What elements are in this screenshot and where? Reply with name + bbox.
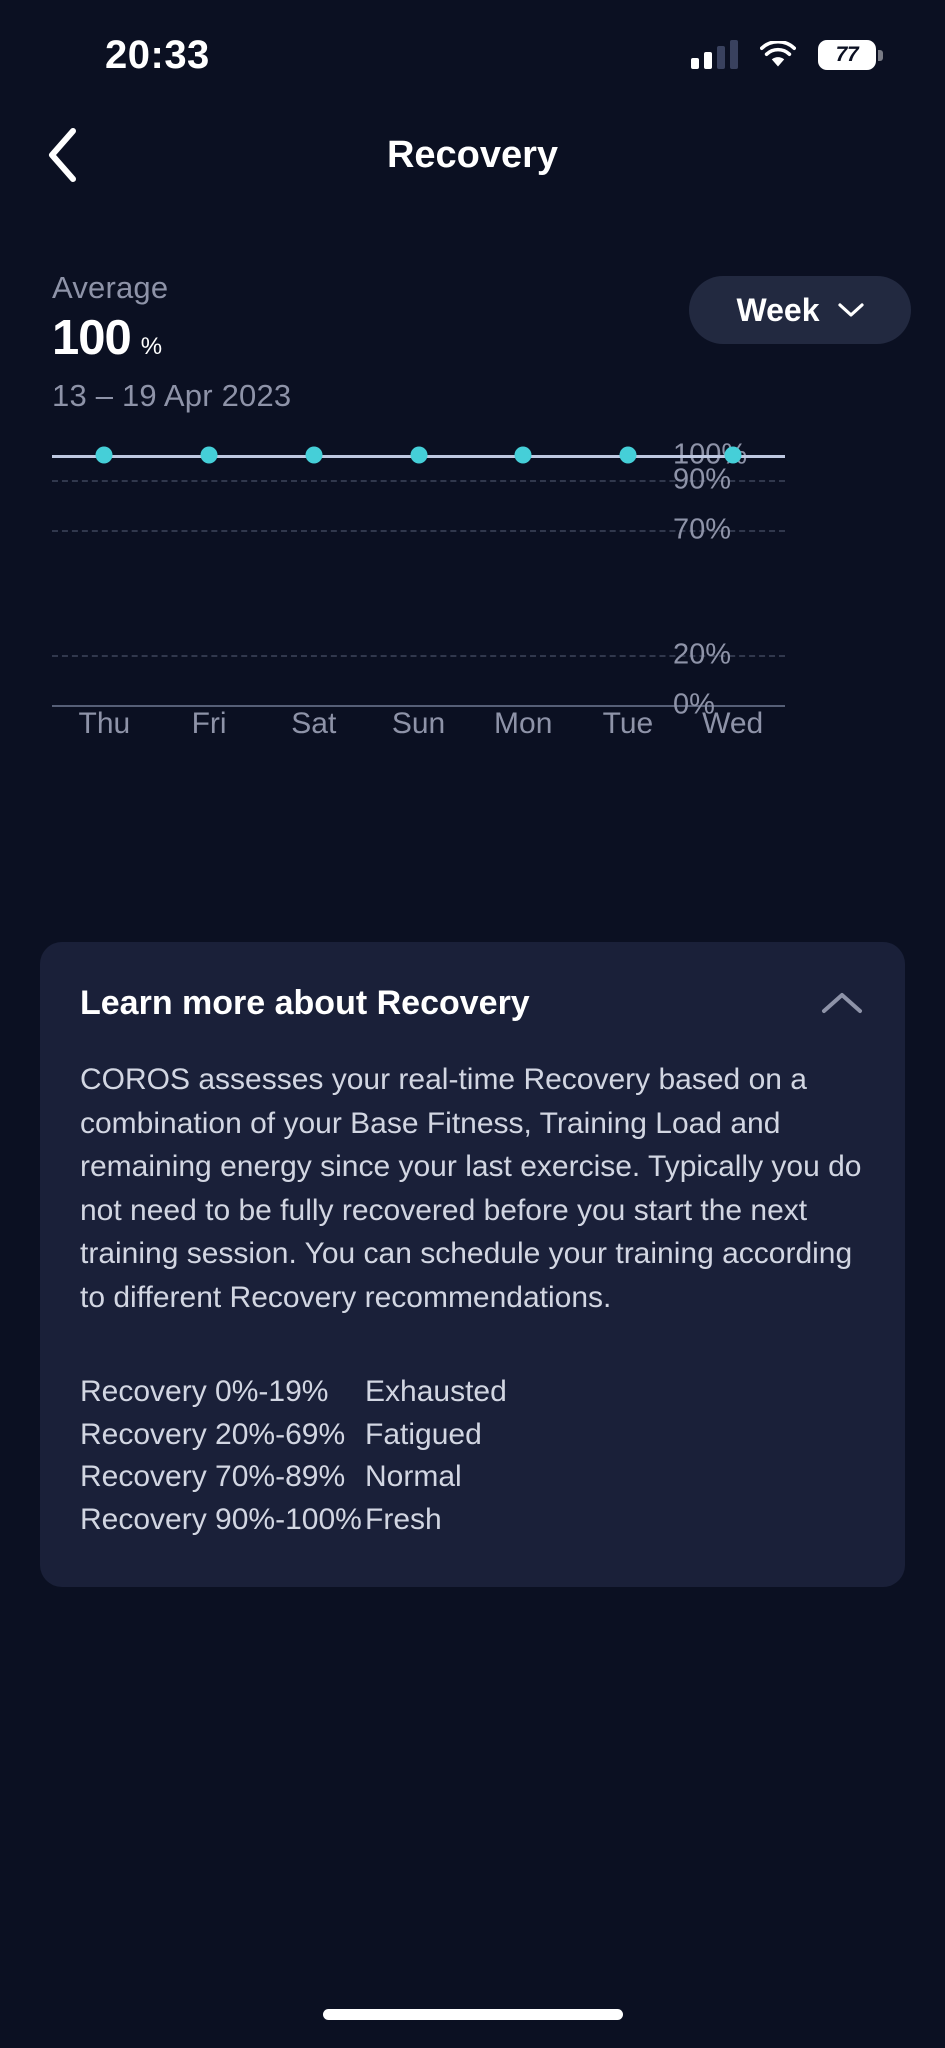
app-screen: 20:33 77 Recovery Average 100 % 13 – 19 … <box>0 0 945 2048</box>
recovery-range-value: Recovery 0%-19% <box>80 1375 329 1408</box>
recovery-range-label: Exhausted <box>365 1375 507 1408</box>
recovery-range-value: Recovery 90%-100% <box>80 1502 362 1536</box>
chart-y-tick-label: 90% <box>673 463 732 496</box>
chart-x-tick-label: Fri <box>191 707 227 740</box>
chevron-up-icon <box>822 993 862 1013</box>
average-value: 100 <box>52 311 132 365</box>
recovery-chart: 100% 90% 70% 20% 0% Thu Fri Sat Sun Mon Tue Wed <box>52 439 911 740</box>
battery-nub <box>878 49 883 61</box>
status-time: 20:33 <box>105 32 210 77</box>
chevron-down-icon <box>837 303 864 317</box>
date-range: 13 – 19 Apr 2023 <box>52 378 292 413</box>
learn-more-card: Learn more about Recovery COROS assesses… <box>40 942 905 1588</box>
chart-x-tick-label: Sun <box>391 707 446 740</box>
period-selector-button[interactable]: Week <box>689 276 911 344</box>
recovery-range-value: Recovery 70%-89% <box>80 1460 346 1494</box>
chart-data-point[interactable] <box>619 446 637 464</box>
chart-data-point[interactable] <box>200 446 218 464</box>
learn-more-body: COROS assesses your real-time Recovery b… <box>80 1063 862 1314</box>
chart-data-point[interactable] <box>514 446 532 464</box>
wifi-icon <box>760 41 796 69</box>
chart-x-axis: Thu Fri Sat Sun Mon Tue Wed <box>52 707 785 741</box>
recovery-range-row: Recovery 20%-69% Fatigued <box>80 1414 865 1457</box>
chart-data-point[interactable] <box>724 446 742 464</box>
status-bar: 20:33 77 <box>0 0 945 110</box>
chart-data-point[interactable] <box>410 446 427 464</box>
home-indicator <box>322 2009 623 2020</box>
recovery-range-label: Fresh <box>365 1502 442 1536</box>
recovery-range-label: Normal <box>365 1460 462 1494</box>
chart-data-point[interactable] <box>95 446 113 464</box>
recovery-range-label: Fatigued <box>365 1417 482 1451</box>
chart-plot-area: 100% 90% 70% 20% 0% <box>52 439 785 721</box>
average-unit: % <box>140 333 163 360</box>
chart-x-tick-label: Mon <box>494 707 553 740</box>
battery-percent: 77 <box>835 43 859 66</box>
chart-x-tick-label: Tue <box>602 707 654 740</box>
chart-y-tick-label: 70% <box>673 513 732 546</box>
summary-section: Average 100 % 13 – 19 Apr 2023 Week <box>52 270 911 414</box>
recovery-ranges-list: Recovery 0%-19% Exhausted Recovery 20%-69%… <box>80 1371 865 1541</box>
learn-more-card-header[interactable]: Learn more about Recovery <box>80 980 865 1026</box>
page-title: Recovery <box>386 133 559 176</box>
chart-data-point[interactable] <box>305 446 323 464</box>
learn-more-title: Learn more about Recovery <box>80 983 530 1022</box>
chevron-left-icon <box>49 128 76 182</box>
nav-bar: Recovery <box>0 110 945 200</box>
recovery-range-row: Recovery 0%-19% Exhausted <box>80 1371 865 1414</box>
status-icons: 77 <box>691 40 883 70</box>
recovery-range-row: Recovery 90%-100% Fresh <box>80 1499 865 1542</box>
period-selector-label: Week <box>736 291 820 328</box>
battery-icon: 77 <box>818 40 883 70</box>
chart-x-tick-label: Thu <box>78 707 131 740</box>
back-button[interactable] <box>30 123 94 187</box>
chart-x-tick-label: Sat <box>291 707 337 740</box>
chart-x-tick-label: Wed <box>702 707 764 740</box>
recovery-range-row: Recovery 70%-89% Normal <box>80 1456 865 1499</box>
chart-y-tick-label: 20% <box>673 638 732 671</box>
cellular-signal-icon <box>691 40 738 69</box>
recovery-range-value: Recovery 20%-69% <box>80 1417 346 1451</box>
collapse-toggle[interactable] <box>819 980 865 1026</box>
